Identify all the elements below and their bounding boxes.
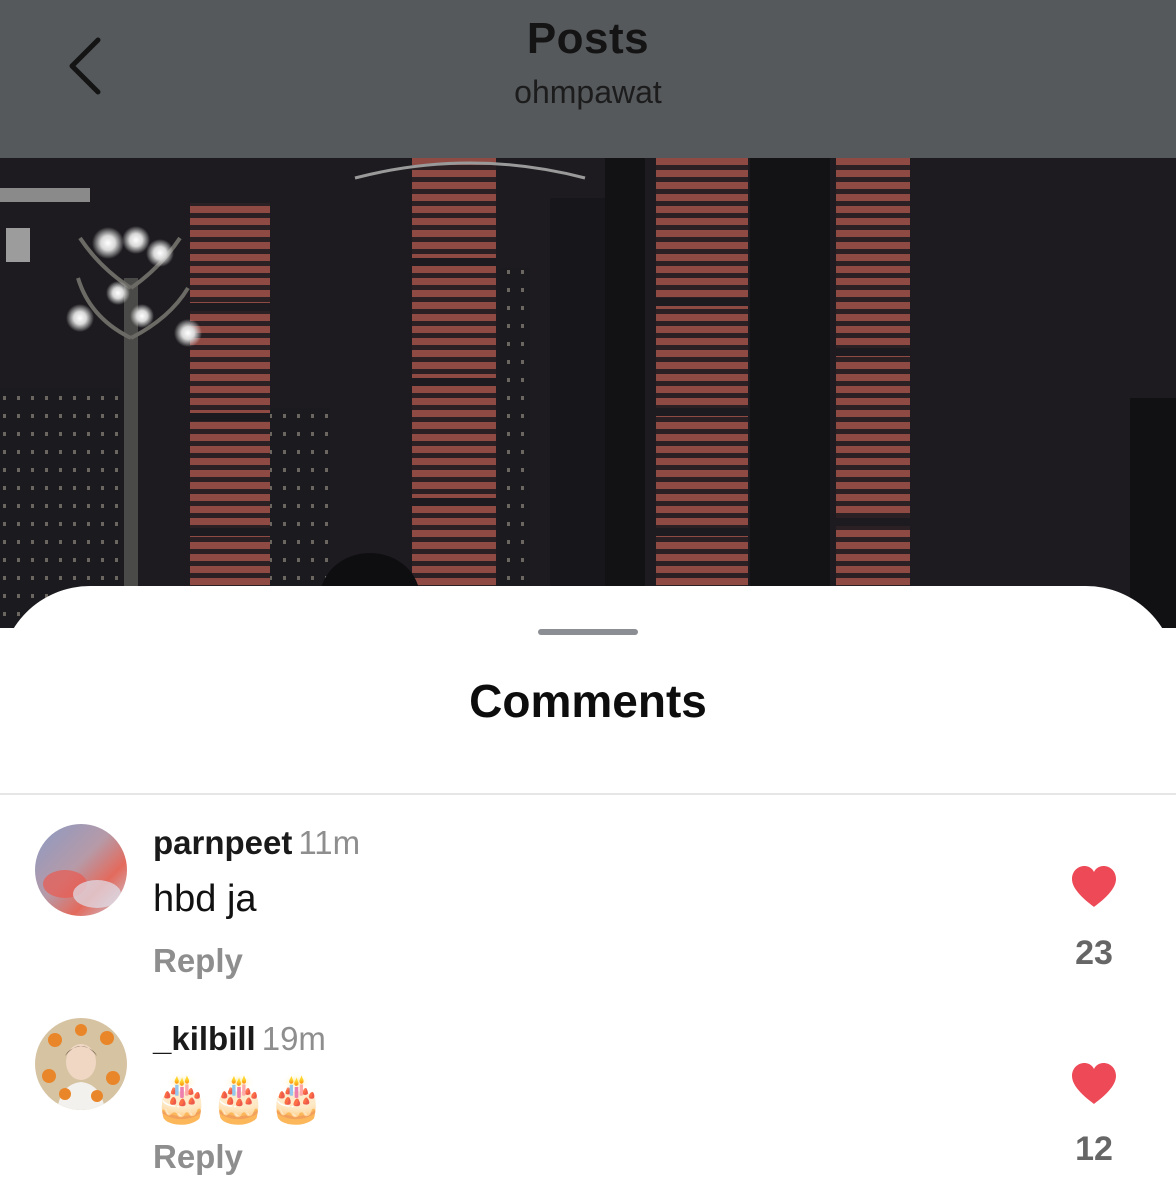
heart-icon[interactable]	[1070, 865, 1118, 909]
comment-time: 11m	[298, 824, 361, 861]
post-photo[interactable]	[0, 158, 1176, 628]
comment-time: 19m	[261, 1020, 326, 1057]
comment-username[interactable]: parnpeet	[153, 824, 292, 861]
reply-button[interactable]: Reply	[153, 942, 243, 980]
comment-header: parnpeet 11m	[153, 824, 360, 862]
comment-header: _kilbill 19m	[153, 1020, 326, 1058]
like-count: 12	[1075, 1130, 1113, 1168]
comment-username[interactable]: _kilbill	[153, 1020, 256, 1057]
profile-username[interactable]: ohmpawat	[0, 74, 1176, 111]
page-title: Posts	[526, 14, 650, 63]
comment-item: _kilbill 19m 🎂🎂🎂 Reply 12	[0, 1006, 1176, 1196]
comments-title: Comments	[469, 675, 707, 727]
like-count: 23	[1075, 934, 1113, 972]
heart-icon[interactable]	[1070, 1062, 1118, 1106]
comment-text: 🎂🎂🎂	[153, 1072, 325, 1124]
comments-sheet: Comments parnpeet 11m hbd ja Reply 23 _k…	[0, 586, 1176, 1200]
comment-text: hbd ja	[153, 878, 257, 920]
top-nav-bar: Posts ohmpawat	[0, 0, 1176, 158]
sheet-grabber-handle[interactable]	[538, 629, 638, 635]
divider	[0, 793, 1176, 795]
comment-item: parnpeet 11m hbd ja Reply 23	[0, 810, 1176, 1000]
avatar[interactable]	[35, 1018, 127, 1110]
reply-button[interactable]: Reply	[153, 1138, 243, 1176]
avatar[interactable]	[35, 824, 127, 916]
